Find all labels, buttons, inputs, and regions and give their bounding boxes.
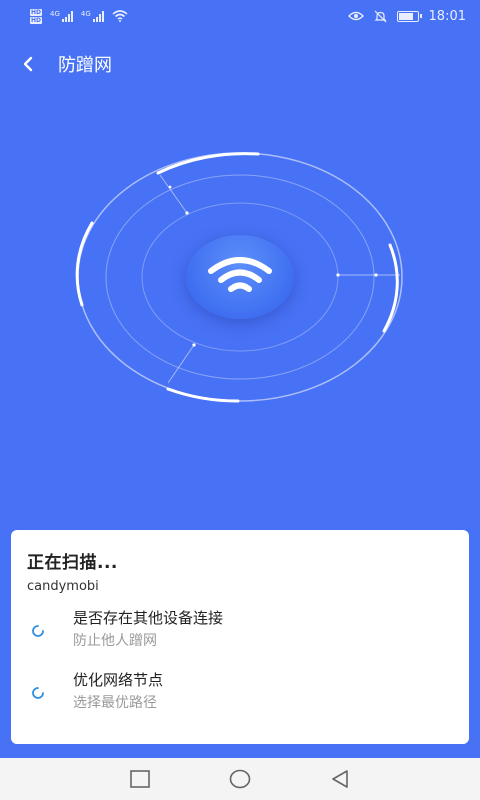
page-title: 防蹭网: [58, 55, 112, 76]
task-title: 是否存在其他设备连接: [73, 609, 224, 627]
task-desc: 选择最优路径: [73, 695, 157, 711]
radar-arc-top: [156, 152, 260, 175]
signal-icon-1: 4G: [50, 10, 73, 22]
status-bar: HD HD 4G 4G 18:01: [0, 0, 480, 32]
battery-fill: [398, 12, 413, 20]
scan-task-optimize-node: 优化网络节点 选择最优路径: [27, 670, 453, 718]
mute-bell-icon: [374, 10, 386, 22]
square-icon: [130, 770, 150, 788]
scan-status-title: 正在扫描...: [27, 553, 118, 573]
radar-arc-right: [382, 243, 399, 333]
wifi-scan-center: [186, 235, 294, 319]
system-nav-bar: [0, 758, 480, 800]
home-button[interactable]: [226, 765, 254, 793]
nav-back-button[interactable]: [326, 765, 354, 793]
scan-card: 正在扫描... candymobi 是否存在其他设备连接 防止他人蹭网 优化网络…: [11, 530, 469, 744]
task-desc: 防止他人蹭网: [73, 633, 157, 649]
radar-arc-bottom: [166, 387, 240, 403]
task-title: 优化网络节点: [73, 671, 164, 689]
wifi-icon: [208, 257, 272, 292]
wifi-status-icon: [112, 10, 128, 22]
hd-badges: HD HD: [30, 8, 43, 24]
signal-icon-2: 4G: [81, 10, 104, 22]
loading-spinner-icon: [32, 687, 44, 699]
network-type-2: 4G: [80, 10, 91, 18]
battery-icon: [396, 10, 422, 22]
network-type-1: 4G: [50, 10, 60, 18]
hd-badge-1: HD: [30, 8, 43, 16]
scan-task-device-check: 是否存在其他设备连接 防止他人蹭网: [27, 608, 453, 656]
status-time: 18:01: [428, 8, 466, 24]
chevron-left-icon: [23, 56, 33, 72]
network-name: candymobi: [27, 579, 99, 594]
status-left: HD HD 4G 4G: [30, 8, 128, 24]
status-right: 18:01: [347, 8, 466, 24]
eye-icon: [347, 11, 364, 21]
back-button[interactable]: [0, 44, 56, 84]
recent-apps-button[interactable]: [126, 765, 154, 793]
triangle-back-icon: [332, 770, 348, 788]
header: 防蹭网: [0, 44, 480, 84]
circle-icon: [229, 769, 251, 789]
loading-spinner-icon: [32, 625, 44, 637]
hd-badge-2: HD: [30, 16, 43, 24]
